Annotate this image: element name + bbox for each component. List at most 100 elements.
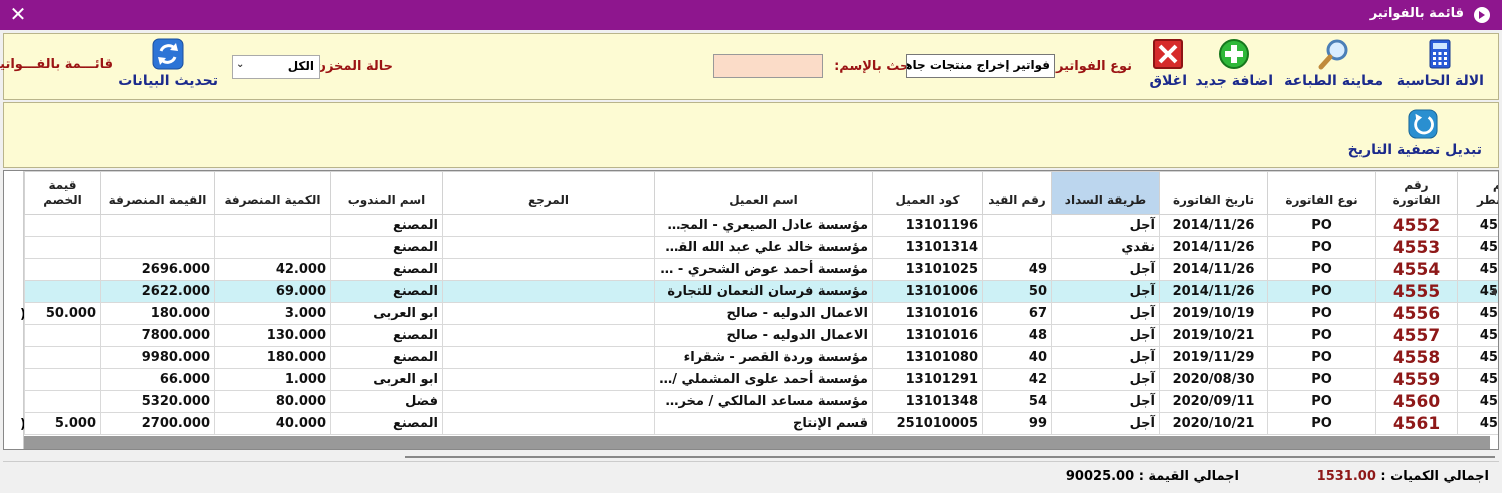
cell-invoice-date[interactable]: 2014/11/26: [1159, 214, 1268, 237]
cell-entry-number[interactable]: 50: [982, 280, 1052, 303]
col-reference[interactable]: المرجع: [442, 171, 655, 215]
col-invoice-type[interactable]: نوع الفاتورة: [1267, 171, 1376, 215]
add-new-button[interactable]: اضافة جديد: [1195, 38, 1273, 89]
cell-entry-number[interactable]: 54: [982, 390, 1052, 413]
cell-rep-name[interactable]: فضل: [330, 390, 443, 413]
cell-payment-method[interactable]: آجل: [1051, 390, 1160, 413]
cell-reference[interactable]: [442, 324, 655, 347]
cell-payment-method[interactable]: آجل: [1051, 280, 1160, 303]
cell-dispensed-value[interactable]: 5320.000: [100, 390, 215, 413]
cell-customer-name[interactable]: الاعمال الدوليه - صالح: [654, 324, 873, 347]
date-filter-toggle-button[interactable]: تبديل تصفية التاريخ: [1348, 109, 1482, 158]
cell-entry-number[interactable]: [982, 236, 1052, 259]
cell-line-number[interactable]: 4556: [1457, 324, 1498, 347]
cell-invoice-type[interactable]: PO: [1267, 390, 1376, 413]
col-rep-name[interactable]: اسم المندوب: [330, 171, 443, 215]
cell-customer-code[interactable]: 13101314: [872, 236, 983, 259]
cell-invoice-type[interactable]: PO: [1267, 368, 1376, 391]
cell-payment-method[interactable]: آجل: [1051, 412, 1160, 435]
table-row[interactable]: 45594560PO2020/09/11آجل5413101348مؤسسة م…: [24, 390, 1498, 413]
table-row[interactable]: 45574558PO2019/11/29آجل4013101080مؤسسة و…: [24, 346, 1498, 369]
cell-customer-code[interactable]: 251010005: [872, 412, 983, 435]
cell-line-number[interactable]: 4560: [1457, 412, 1498, 435]
cell-invoice-date[interactable]: 2019/10/21: [1159, 324, 1268, 347]
cell-customer-name[interactable]: مؤسسة فرسان النعمان للتجارة: [654, 280, 873, 303]
cell-invoice-type[interactable]: PO: [1267, 214, 1376, 237]
cell-rep-name[interactable]: المصنع: [330, 346, 443, 369]
cell-discount-value[interactable]: 50.000: [24, 302, 101, 325]
cell-discount-value[interactable]: [24, 214, 101, 237]
cell-rep-name[interactable]: ابو العربى: [330, 302, 443, 325]
cell-invoice-type[interactable]: PO: [1267, 280, 1376, 303]
cell-invoice-number[interactable]: 4556: [1375, 302, 1458, 325]
cell-line-number[interactable]: 4558: [1457, 368, 1498, 391]
cell-rep-name[interactable]: المصنع: [330, 258, 443, 281]
cell-reference[interactable]: [442, 412, 655, 435]
cell-reference[interactable]: [442, 280, 655, 303]
cell-rep-name[interactable]: المصنع: [330, 412, 443, 435]
cell-line-number[interactable]: 4552: [1457, 236, 1498, 259]
cell-customer-code[interactable]: 13101006: [872, 280, 983, 303]
cell-reference[interactable]: [442, 236, 655, 259]
cell-dispensed-qty[interactable]: 80.000: [214, 390, 331, 413]
cell-dispensed-qty[interactable]: [214, 236, 331, 259]
cell-payment-method[interactable]: نقدي: [1051, 236, 1160, 259]
cell-customer-code[interactable]: 13101016: [872, 324, 983, 347]
cell-invoice-date[interactable]: 2014/11/26: [1159, 280, 1268, 303]
col-entry-number[interactable]: رقم القيد: [982, 171, 1052, 215]
col-dispensed-qty[interactable]: الكمية المنصرفة: [214, 171, 331, 215]
cell-invoice-number[interactable]: 4559: [1375, 368, 1458, 391]
cell-dispensed-value[interactable]: 66.000: [100, 368, 215, 391]
cell-customer-name[interactable]: مؤسسة أحمد علوى المشملي /السو...: [654, 368, 873, 391]
search-input[interactable]: [713, 54, 823, 78]
cell-entry-number[interactable]: 40: [982, 346, 1052, 369]
cell-reference[interactable]: [442, 368, 655, 391]
table-row[interactable]: 45534554PO2014/11/26آجل4913101025مؤسسة أ…: [24, 258, 1498, 281]
cell-entry-number[interactable]: 67: [982, 302, 1052, 325]
col-discount-value[interactable]: قيمة الخصم: [24, 171, 101, 215]
refresh-data-button[interactable]: تحديث البيانات: [118, 38, 218, 89]
cell-entry-number[interactable]: 49: [982, 258, 1052, 281]
col-invoice-number[interactable]: رقم الفاتورة: [1375, 171, 1458, 215]
cell-invoice-date[interactable]: 2014/11/26: [1159, 258, 1268, 281]
cell-rep-name[interactable]: المصنع: [330, 280, 443, 303]
close-icon[interactable]: ✕: [8, 2, 28, 26]
print-preview-button[interactable]: معاينة الطباعة: [1284, 38, 1383, 89]
cell-invoice-type[interactable]: PO: [1267, 346, 1376, 369]
cell-customer-name[interactable]: مؤسسة أحمد عوض الشحري - حائل: [654, 258, 873, 281]
cell-payment-method[interactable]: آجل: [1051, 214, 1160, 237]
col-customer-name[interactable]: اسم العميل: [654, 171, 873, 215]
cell-customer-code[interactable]: 13101291: [872, 368, 983, 391]
cell-dispensed-value[interactable]: 2696.000: [100, 258, 215, 281]
cell-invoice-number[interactable]: 4554: [1375, 258, 1458, 281]
cell-line-number[interactable]: 4551: [1457, 214, 1498, 237]
cell-rep-name[interactable]: المصنع: [330, 214, 443, 237]
cell-dispensed-qty[interactable]: [214, 214, 331, 237]
cell-invoice-number[interactable]: 4552: [1375, 214, 1458, 237]
cell-invoice-number[interactable]: 4560: [1375, 390, 1458, 413]
cell-invoice-type[interactable]: PO: [1267, 302, 1376, 325]
cell-dispensed-value[interactable]: 2700.000: [100, 412, 215, 435]
cell-invoice-type[interactable]: PO: [1267, 258, 1376, 281]
cell-discount-value[interactable]: [24, 368, 101, 391]
cell-customer-code[interactable]: 13101348: [872, 390, 983, 413]
cell-payment-method[interactable]: آجل: [1051, 302, 1160, 325]
cell-discount-value[interactable]: [24, 346, 101, 369]
warehouse-state-select[interactable]: الكل ⌄: [232, 55, 320, 79]
cell-customer-code[interactable]: 13101025: [872, 258, 983, 281]
close-button[interactable]: اغلاق: [1149, 38, 1187, 89]
cell-payment-method[interactable]: آجل: [1051, 324, 1160, 347]
cell-invoice-type[interactable]: PO: [1267, 324, 1376, 347]
cell-customer-name[interactable]: مؤسسة مساعد المالكي / مخرج26: [654, 390, 873, 413]
cell-discount-value[interactable]: [24, 280, 101, 303]
cell-dispensed-value[interactable]: [100, 214, 215, 237]
cell-customer-code[interactable]: 13101196: [872, 214, 983, 237]
cell-dispensed-qty[interactable]: 3.000: [214, 302, 331, 325]
cell-discount-value[interactable]: [24, 324, 101, 347]
cell-invoice-number[interactable]: 4561: [1375, 412, 1458, 435]
cell-payment-method[interactable]: آجل: [1051, 258, 1160, 281]
cell-customer-code[interactable]: 13101080: [872, 346, 983, 369]
invoice-type-field[interactable]: فواتير إخراج منتجات جاهزة: [906, 54, 1055, 78]
cell-entry-number[interactable]: 48: [982, 324, 1052, 347]
cell-line-number[interactable]: 4555: [1457, 302, 1498, 325]
